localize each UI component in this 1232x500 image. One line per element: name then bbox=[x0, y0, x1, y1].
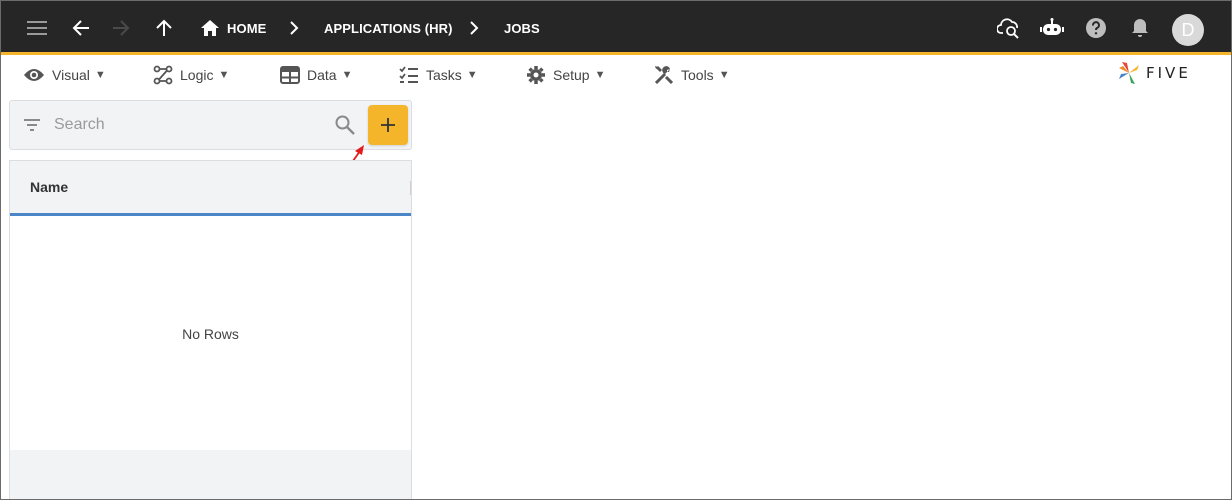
home-icon bbox=[201, 20, 219, 36]
search-icon[interactable] bbox=[334, 114, 356, 136]
grid-header: Name bbox=[10, 161, 411, 216]
caret-down-icon: ▼ bbox=[218, 69, 230, 81]
breadcrumb-applications[interactable]: APPLICATIONS (HR) bbox=[324, 1, 453, 55]
avatar[interactable]: D bbox=[1172, 14, 1204, 46]
menu-tools-label: Tools bbox=[681, 67, 714, 83]
chevron-right-icon bbox=[470, 21, 479, 35]
column-divider[interactable] bbox=[410, 181, 411, 195]
caret-down-icon: ▼ bbox=[718, 69, 730, 81]
breadcrumb-jobs-label: JOBS bbox=[504, 20, 540, 36]
chat-bot-icon[interactable] bbox=[1038, 14, 1066, 42]
tasks-icon bbox=[399, 66, 418, 83]
up-icon[interactable] bbox=[150, 14, 178, 42]
five-logo-icon bbox=[1119, 62, 1139, 84]
menu-visual-label: Visual bbox=[52, 67, 90, 83]
app-window: HOME APPLICATIONS (HR) JOBS D Visual ▼ L… bbox=[0, 0, 1232, 500]
menu-icon[interactable] bbox=[23, 14, 51, 42]
avatar-initial: D bbox=[1181, 19, 1195, 40]
breadcrumb-home[interactable]: HOME bbox=[201, 1, 266, 55]
caret-down-icon: ▼ bbox=[94, 69, 106, 81]
help-icon[interactable] bbox=[1082, 14, 1110, 42]
menu-tasks-label: Tasks bbox=[426, 67, 462, 83]
eye-icon bbox=[24, 69, 44, 81]
menu-setup[interactable]: Setup ▼ bbox=[526, 58, 605, 92]
chevron-right-icon bbox=[290, 21, 299, 35]
breadcrumb-jobs[interactable]: JOBS bbox=[504, 1, 540, 55]
five-logo-text: FIVE bbox=[1146, 64, 1191, 82]
menu-data[interactable]: Data ▼ bbox=[280, 58, 352, 92]
logic-icon bbox=[153, 65, 173, 85]
breadcrumb-applications-label: APPLICATIONS (HR) bbox=[324, 20, 453, 36]
bell-icon[interactable] bbox=[1126, 14, 1154, 42]
caret-down-icon: ▼ bbox=[341, 69, 353, 81]
caret-down-icon: ▼ bbox=[466, 69, 478, 81]
filter-icon[interactable] bbox=[22, 115, 42, 135]
top-bar: HOME APPLICATIONS (HR) JOBS D bbox=[1, 1, 1231, 55]
cloud-search-icon[interactable] bbox=[995, 14, 1023, 42]
column-header-name[interactable]: Name bbox=[30, 161, 68, 213]
back-icon[interactable] bbox=[67, 14, 95, 42]
menu-visual[interactable]: Visual ▼ bbox=[23, 58, 106, 92]
grid-footer bbox=[10, 450, 411, 499]
menu-tasks[interactable]: Tasks ▼ bbox=[399, 58, 478, 92]
breadcrumb-home-label: HOME bbox=[227, 20, 267, 36]
caret-down-icon: ▼ bbox=[594, 69, 606, 81]
gear-icon bbox=[527, 66, 545, 84]
menu-logic-label: Logic bbox=[180, 67, 214, 83]
five-logo: FIVE bbox=[1118, 60, 1191, 86]
tools-icon bbox=[654, 65, 674, 85]
empty-message: No Rows bbox=[182, 326, 239, 342]
forward-icon[interactable] bbox=[107, 14, 135, 42]
menu-logic[interactable]: Logic ▼ bbox=[153, 58, 229, 92]
records-grid: Name No Rows bbox=[9, 160, 412, 499]
table-icon bbox=[280, 66, 300, 84]
search-input[interactable] bbox=[54, 113, 324, 137]
menu-setup-label: Setup bbox=[553, 67, 590, 83]
add-button[interactable] bbox=[368, 105, 408, 145]
plus-icon bbox=[381, 118, 395, 132]
menu-data-label: Data bbox=[307, 67, 337, 83]
menu-bar: Visual ▼ Logic ▼ Data ▼ Tasks ▼ Setup ▼ … bbox=[1, 58, 1231, 92]
menu-tools[interactable]: Tools ▼ bbox=[654, 58, 730, 92]
